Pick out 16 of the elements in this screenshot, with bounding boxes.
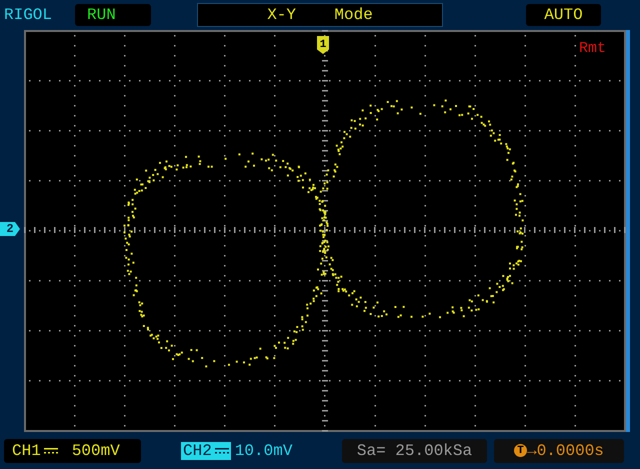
channel-1-marker: 1 [317, 36, 329, 54]
trigger-icon: T [514, 444, 528, 457]
run-status: RUN [75, 4, 151, 26]
channel-2-marker: 2 [0, 222, 20, 236]
channel-label[interactable]: CH1 [10, 442, 60, 460]
dc-coupling-icon [214, 446, 229, 454]
channel-label[interactable]: CH2 [181, 442, 231, 460]
remote-indicator: Rmt [578, 40, 606, 57]
dc-coupling-icon [44, 446, 58, 454]
trigger-mode: AUTO [526, 4, 601, 26]
sample-rate: Sa= 25.00kSa [342, 438, 487, 462]
channel-scale: 500mV [72, 442, 120, 460]
brand-logo-text: RIGOL [4, 6, 54, 24]
trigger-offset: →0.0000s [527, 442, 604, 460]
channel-scale: 10.0mV [234, 442, 292, 460]
mode-title: X-Y Mode [197, 3, 443, 27]
